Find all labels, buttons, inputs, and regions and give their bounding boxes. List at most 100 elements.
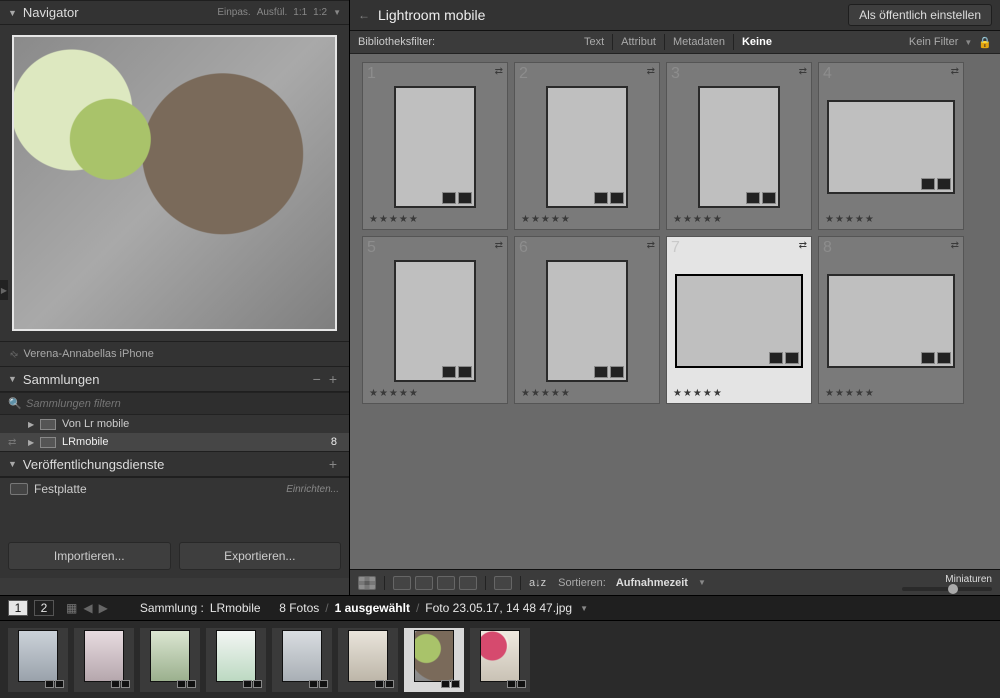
filmstrip-thumb[interactable] [338, 628, 398, 692]
publish-add-button[interactable]: + [325, 456, 341, 472]
people-icon[interactable] [459, 576, 477, 590]
zoom-1-2[interactable]: 1:2 [313, 7, 327, 18]
chevron-down-icon[interactable]: ▼ [580, 604, 588, 613]
thumbnail-cell[interactable]: 6⇄★★★★★ [514, 236, 660, 404]
grid-toolbar: a↓z Sortieren: Aufnahmezeit ▼ Miniaturen [350, 569, 1000, 595]
filmstrip[interactable] [0, 620, 1000, 698]
sort-az-icon[interactable]: a↓z [529, 577, 546, 589]
rating-stars[interactable]: ★★★★★ [519, 212, 655, 225]
thumbnail-size-slider[interactable] [902, 587, 992, 591]
filmstrip-thumb[interactable] [404, 628, 464, 692]
filter-preset-dropdown[interactable]: Kein Filter [909, 36, 959, 48]
next-arrow-icon[interactable]: ▶ [99, 601, 108, 615]
collections-filter-input[interactable] [26, 398, 341, 410]
rating-stars[interactable]: ★★★★★ [519, 386, 655, 399]
thumbnail-badges [594, 366, 624, 378]
filmstrip-thumb[interactable] [74, 628, 134, 692]
content-title: Lightroom mobile [378, 7, 485, 23]
sync-icon: ⇄ [495, 66, 503, 77]
thumbnail-badges [921, 178, 951, 190]
zoom-dropdown-icon[interactable]: ▼ [333, 8, 341, 17]
monitor-2-button[interactable]: 2 [34, 600, 54, 616]
zoom-fill[interactable]: Ausfül. [257, 7, 288, 18]
cell-index: 2 [519, 65, 528, 83]
painter-icon[interactable] [494, 576, 512, 590]
caret-right-icon[interactable]: ▶ [28, 420, 40, 429]
library-filter-bar: Bibliotheksfilter: Text Attribut Metadat… [350, 31, 1000, 54]
sync-icon: ⇄ [951, 240, 959, 251]
device-row[interactable]: ⇄ Verena-Annabellas iPhone [0, 341, 349, 366]
collections-header[interactable]: ▼ Sammlungen − + [0, 366, 349, 392]
filmstrip-thumb[interactable] [8, 628, 68, 692]
thumbnail-grid-area[interactable]: 1⇄★★★★★2⇄★★★★★3⇄★★★★★4⇄★★★★★5⇄★★★★★6⇄★★★… [350, 54, 1000, 569]
caret-right-icon[interactable]: ▶ [28, 438, 40, 447]
sort-direction-icon[interactable] [393, 576, 411, 590]
rating-stars[interactable]: ★★★★★ [823, 386, 959, 399]
collection-item[interactable]: ⇄ ▶ LRmobile 8 [0, 433, 349, 451]
thumbnail-cell[interactable]: 3⇄★★★★★ [666, 62, 812, 230]
disclosure-triangle-icon[interactable]: ▼ [8, 8, 17, 18]
chevron-down-icon[interactable]: ▼ [698, 578, 706, 587]
publish-header[interactable]: ▼ Veröffentlichungsdienste + [0, 451, 349, 477]
filmstrip-thumb[interactable] [470, 628, 530, 692]
filmstrip-thumb[interactable] [140, 628, 200, 692]
grid-icon[interactable]: ▦ [66, 601, 77, 615]
collections-add-button[interactable]: + [325, 371, 341, 387]
filter-tab-none[interactable]: Keine [733, 34, 780, 50]
sort-value-dropdown[interactable]: Aufnahmezeit [616, 577, 688, 589]
thumbnail-image[interactable] [546, 86, 628, 208]
thumbnail-image[interactable] [394, 86, 476, 208]
thumbnail-cell[interactable]: 5⇄★★★★★ [362, 236, 508, 404]
rating-stars[interactable]: ★★★★★ [671, 212, 807, 225]
filmstrip-image [348, 630, 388, 682]
rating-stars[interactable]: ★★★★★ [671, 386, 807, 399]
filter-tab-text[interactable]: Text [576, 34, 612, 50]
disclosure-triangle-icon[interactable]: ▼ [8, 459, 17, 469]
zoom-fit[interactable]: Einpas. [217, 7, 250, 18]
thumbnail-cell[interactable]: 2⇄★★★★★ [514, 62, 660, 230]
content-header: ← Lightroom mobile Als öffentlich einste… [350, 0, 1000, 31]
survey-icon[interactable] [437, 576, 455, 590]
export-button[interactable]: Exportieren... [179, 542, 342, 570]
publish-service-row[interactable]: Festplatte Einrichten... [0, 477, 349, 500]
import-button[interactable]: Importieren... [8, 542, 171, 570]
rating-stars[interactable]: ★★★★★ [367, 386, 503, 399]
thumbnail-cell[interactable]: 4⇄★★★★★ [818, 62, 964, 230]
thumbnail-cell[interactable]: 7⇄★★★★★ [666, 236, 812, 404]
grid-view-icon[interactable] [358, 576, 376, 590]
zoom-1-1[interactable]: 1:1 [293, 7, 307, 18]
thumbnail-image[interactable] [675, 274, 803, 368]
thumbnail-image[interactable] [394, 260, 476, 382]
prev-arrow-icon[interactable]: ◀ [83, 601, 92, 615]
thumbnail-image[interactable] [698, 86, 780, 208]
make-public-button[interactable]: Als öffentlich einstellen [848, 4, 992, 26]
rating-stars[interactable]: ★★★★★ [823, 212, 959, 225]
sync-icon: ⇄ [7, 347, 20, 360]
rating-stars[interactable]: ★★★★★ [367, 212, 503, 225]
navigator-preview[interactable] [0, 25, 349, 341]
collection-item[interactable]: ▶ Von Lr mobile [0, 415, 349, 433]
filmstrip-badges [375, 680, 394, 688]
thumbnail-image[interactable] [546, 260, 628, 382]
filmstrip-image [150, 630, 190, 682]
navigator-header[interactable]: ▼ Navigator Einpas. Ausfül. 1:1 1:2 ▼ [0, 0, 349, 25]
monitor-1-button[interactable]: 1 [8, 600, 28, 616]
publish-setup-link[interactable]: Einrichten... [286, 484, 339, 495]
collections-remove-button[interactable]: − [309, 371, 325, 387]
back-arrow-icon[interactable]: ← [358, 8, 370, 22]
compare-xy-icon[interactable] [415, 576, 433, 590]
breadcrumb-collection[interactable]: LRmobile [210, 601, 261, 615]
left-edge-expand-icon[interactable]: ▶ [0, 280, 8, 300]
filter-tab-attribute[interactable]: Attribut [612, 34, 664, 50]
thumbnail-image[interactable] [827, 274, 955, 368]
filter-tab-metadata[interactable]: Metadaten [664, 34, 733, 50]
preview-image [14, 37, 335, 329]
filmstrip-thumb[interactable] [206, 628, 266, 692]
disclosure-triangle-icon[interactable]: ▼ [8, 374, 17, 384]
chevron-down-icon[interactable]: ▼ [964, 38, 972, 47]
thumbnail-cell[interactable]: 1⇄★★★★★ [362, 62, 508, 230]
lock-icon[interactable]: 🔒 [978, 36, 992, 49]
thumbnail-image[interactable] [827, 100, 955, 194]
filmstrip-thumb[interactable] [272, 628, 332, 692]
thumbnail-cell[interactable]: 8⇄★★★★★ [818, 236, 964, 404]
